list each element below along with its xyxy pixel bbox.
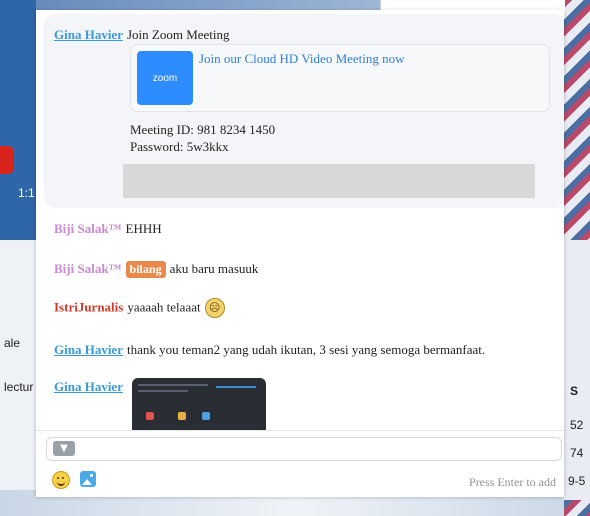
message-text: thank you teman2 yang udah ikutan, 3 ses…	[126, 342, 486, 357]
emoji-picker-icon[interactable]	[52, 471, 70, 489]
background-left-mid	[0, 240, 36, 500]
message-row: IstriJurnalis yaaaah telaaat ☹	[54, 298, 225, 318]
message-text: aku baru masuuk	[169, 261, 259, 276]
message-row: Gina Havier	[54, 378, 123, 396]
meeting-id: Meeting ID: 981 8234 1450	[130, 122, 276, 137]
background-red-badge	[0, 146, 14, 174]
composer: ▼ Press Enter to add	[36, 430, 564, 497]
background-text: ale	[4, 336, 21, 350]
sender-name[interactable]: Gina Havier	[54, 342, 123, 357]
background-left-top	[0, 0, 36, 240]
crying-emoji-icon: ☹	[204, 298, 225, 318]
background-text: 52	[570, 418, 584, 432]
redacted-block	[123, 164, 535, 198]
background-right-lower	[564, 240, 590, 500]
zoom-invite-card: Gina Havier Join Zoom Meeting zoom Join …	[44, 14, 564, 208]
message-text: yaaaah telaaat	[127, 299, 201, 315]
mention-badge: bilang	[125, 261, 166, 278]
message-row: Biji Salak™ bilang aku baru masuuk	[54, 260, 258, 278]
image-upload-icon[interactable]	[80, 471, 96, 487]
background-text: 9-5	[568, 474, 586, 488]
background-text: S	[570, 384, 579, 398]
sender-name[interactable]: Biji Salak™	[54, 221, 122, 236]
zoom-logo-icon: zoom	[137, 51, 193, 105]
message-text: Join Zoom Meeting	[126, 27, 230, 42]
sender-name[interactable]: Gina Havier	[54, 27, 123, 42]
meeting-password: Password: 5w3kkx	[130, 139, 229, 154]
link-preview-title[interactable]: Join our Cloud HD Video Meeting now	[199, 51, 405, 67]
image-attachment[interactable]	[132, 378, 266, 430]
chat-panel: Gina Havier Join Zoom Meeting zoom Join …	[36, 10, 564, 497]
message-text: EHHH	[125, 221, 162, 236]
background-text: lectur	[4, 380, 34, 394]
link-preview[interactable]: zoom Join our Cloud HD Video Meeting now	[130, 44, 550, 112]
message-row: Gina Havier thank you teman2 yang udah i…	[54, 341, 485, 359]
background-text: 74	[570, 446, 584, 460]
message-row: Biji Salak™ EHHH	[54, 220, 162, 238]
sender-name[interactable]: Biji Salak™	[54, 261, 122, 276]
message-input[interactable]: ▼	[46, 437, 562, 461]
zoom-logo-text: zoom	[152, 72, 178, 84]
sender-name[interactable]: Gina Havier	[54, 379, 123, 394]
chevron-down-icon[interactable]: ▼	[53, 441, 75, 456]
sender-name[interactable]: IstriJurnalis	[54, 300, 123, 315]
background-text: 1:1	[18, 186, 35, 200]
message-list[interactable]: Gina Havier Join Zoom Meeting zoom Join …	[36, 10, 564, 430]
input-hint: Press Enter to add	[469, 475, 556, 489]
